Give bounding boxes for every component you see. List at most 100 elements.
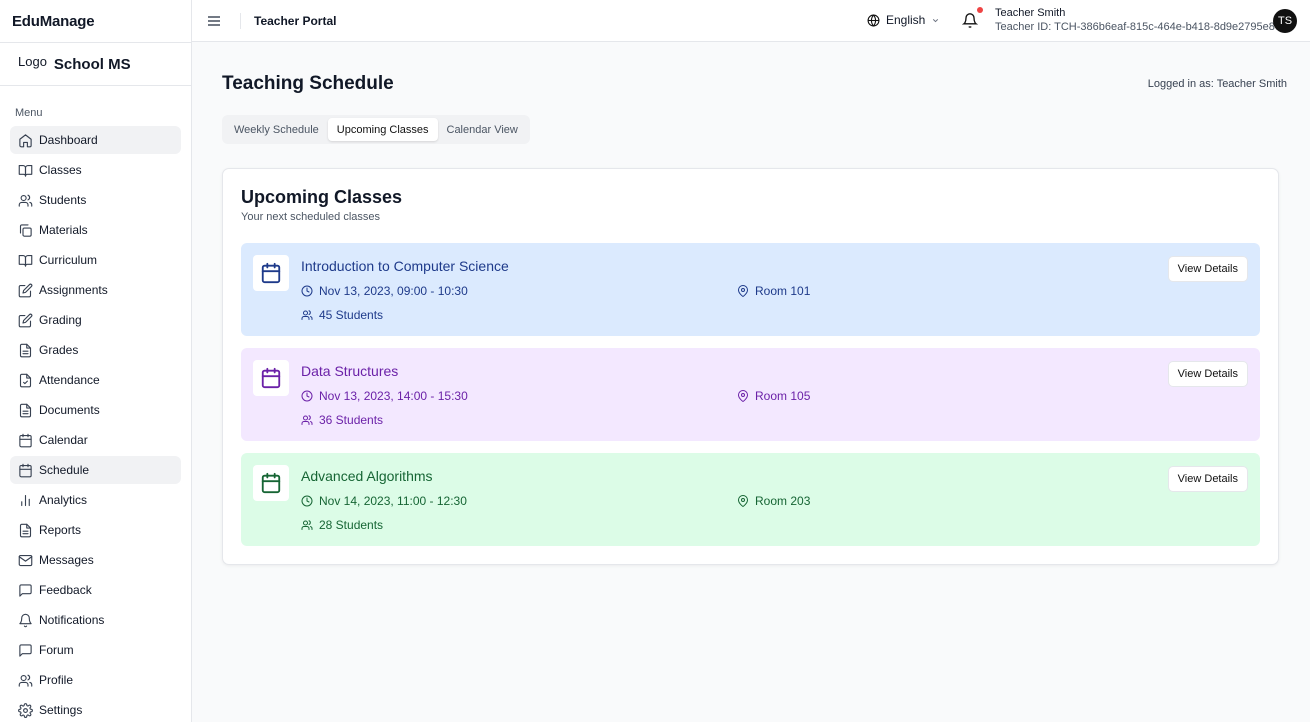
calendar-icon [19, 463, 32, 477]
mail-icon [18, 554, 33, 566]
language-selector[interactable]: English [867, 13, 940, 27]
sidebar-item-feedback[interactable]: Feedback [10, 576, 181, 604]
sidebar-item-messages[interactable]: Messages [10, 546, 181, 574]
sidebar-item-assignments[interactable]: Assignments [10, 276, 181, 304]
class-students: 28 Students [301, 518, 383, 532]
clock-icon [301, 495, 313, 507]
class-students-text: 45 Students [319, 308, 384, 322]
sidebar-item-calendar[interactable]: Calendar [10, 426, 181, 454]
logged-in-as: Logged in as: Teacher Smith [1147, 78, 1287, 90]
copy-icon [19, 223, 32, 237]
class-title: Introduction to Computer Science [301, 258, 509, 274]
file-text-icon [19, 523, 32, 537]
sidebar-item-attendance[interactable]: Attendance [10, 366, 181, 394]
sidebar-item-label: Calendar [39, 433, 88, 447]
sidebar-item-forum[interactable]: Forum [10, 636, 181, 664]
book-open-icon [18, 164, 33, 177]
sidebar-item-label: Settings [39, 703, 83, 717]
file-check-icon [19, 373, 32, 387]
class-room: Room 203 [737, 494, 810, 508]
view-details-button[interactable]: View Details [1167, 256, 1248, 282]
brand-name: EduManage [0, 0, 191, 43]
upcoming-classes-card: Upcoming Classes Your next scheduled cla… [222, 168, 1279, 565]
class-time-text: Nov 13, 2023, 09:00 - 10:30 [319, 284, 468, 298]
user-id: Teacher ID: TCH-386b6eaf-815c-464e-b418-… [995, 21, 1288, 33]
sidebar-item-settings[interactable]: Settings [10, 696, 181, 722]
card-title: Upcoming Classes [241, 187, 403, 207]
view-details-button[interactable]: View Details [1167, 466, 1248, 492]
school-logo: Logo [18, 53, 47, 69]
tab-upcoming-classes[interactable]: Upcoming Classes [327, 118, 438, 141]
sidebar-item-label: Messages [39, 553, 94, 567]
class-room-text: Room 203 [755, 494, 811, 508]
message-square-icon [19, 583, 32, 597]
calendar-icon [261, 367, 281, 389]
clock-icon [301, 390, 313, 402]
class-room: Room 101 [737, 284, 810, 298]
sidebar-item-notifications[interactable]: Notifications [10, 606, 181, 634]
users-icon [301, 520, 313, 530]
menu-toggle-button[interactable] [206, 13, 222, 29]
class-icon-box [253, 255, 289, 291]
class-students: 36 Students [301, 413, 383, 427]
class-item: Advanced Algorithms Nov 14, 2023, 11:00 -… [241, 453, 1260, 546]
class-title: Data Structures [301, 363, 399, 379]
class-room-text: Room 101 [755, 284, 811, 298]
menu-label: Menu [15, 107, 43, 119]
sidebar-item-label: Curriculum [39, 253, 98, 267]
sidebar-item-classes[interactable]: Classes [10, 156, 181, 184]
map-pin-icon [738, 390, 748, 402]
sidebar-item-label: Students [39, 193, 87, 207]
sidebar-item-documents[interactable]: Documents [10, 396, 181, 424]
sidebar-nav: Dashboard Classes Students Materials Curricu… [0, 126, 191, 722]
sidebar-item-reports[interactable]: Reports [10, 516, 181, 544]
map-pin-icon [738, 495, 748, 507]
file-text-icon [19, 403, 32, 417]
edit-icon [18, 283, 33, 297]
sidebar-item-label: Materials [39, 223, 88, 237]
class-time: Nov 13, 2023, 09:00 - 10:30 [301, 284, 468, 298]
class-item: Data Structures Nov 13, 2023, 14:00 - 15:… [241, 348, 1260, 441]
sidebar-item-label: Assignments [39, 283, 108, 297]
page-title: Teaching Schedule [222, 73, 394, 94]
sidebar-item-schedule[interactable]: Schedule [10, 456, 181, 484]
users-icon [301, 310, 313, 320]
hamburger-icon [208, 15, 220, 26]
class-time: Nov 13, 2023, 14:00 - 15:30 [301, 389, 468, 403]
tab-weekly-schedule[interactable]: Weekly Schedule [225, 118, 328, 141]
user-name: Teacher Smith [995, 7, 1066, 19]
bar-chart-icon [21, 494, 30, 506]
bell-icon [19, 613, 32, 627]
class-time-text: Nov 14, 2023, 11:00 - 12:30 [319, 494, 467, 508]
calendar-icon [261, 472, 281, 494]
avatar[interactable]: TS [1273, 9, 1297, 33]
view-details-button[interactable]: View Details [1167, 361, 1248, 387]
school-header: Logo School MS [0, 43, 191, 86]
map-pin-icon [738, 285, 748, 297]
sidebar-item-label: Attendance [39, 373, 100, 387]
language-label: English [886, 13, 926, 27]
sidebar-item-label: Grading [39, 313, 82, 327]
calendar-icon [19, 433, 32, 447]
school-name: School MS [53, 55, 131, 73]
home-icon [19, 133, 32, 147]
users-icon [301, 415, 313, 425]
notifications-button[interactable] [961, 7, 983, 29]
sidebar-item-label: Forum [39, 643, 74, 657]
top-header: Teacher Portal English Teacher Smith Tea… [192, 0, 1310, 42]
user-info: Teacher Smith Teacher ID: TCH-386b6eaf-8… [995, 6, 1287, 35]
sidebar-item-curriculum[interactable]: Curriculum [10, 246, 181, 274]
sidebar-item-students[interactable]: Students [10, 186, 181, 214]
schedule-tabs: Weekly Schedule Upcoming Classes Calendar … [222, 115, 530, 144]
sidebar-item-profile[interactable]: Profile [10, 666, 181, 694]
tab-calendar-view[interactable]: Calendar View [438, 118, 527, 141]
sidebar-item-materials[interactable]: Materials [10, 216, 181, 244]
sidebar-item-grading[interactable]: Grading [10, 306, 181, 334]
sidebar-item-grades[interactable]: Grades [10, 336, 181, 364]
sidebar-item-dashboard[interactable]: Dashboard [10, 126, 181, 154]
sidebar-item-label: Profile [39, 673, 74, 687]
sidebar: EduManage Logo School MS Menu Dashboard C… [0, 0, 192, 722]
file-text-icon [19, 343, 32, 357]
sidebar-item-analytics[interactable]: Analytics [10, 486, 181, 514]
book-open-icon [18, 254, 33, 267]
